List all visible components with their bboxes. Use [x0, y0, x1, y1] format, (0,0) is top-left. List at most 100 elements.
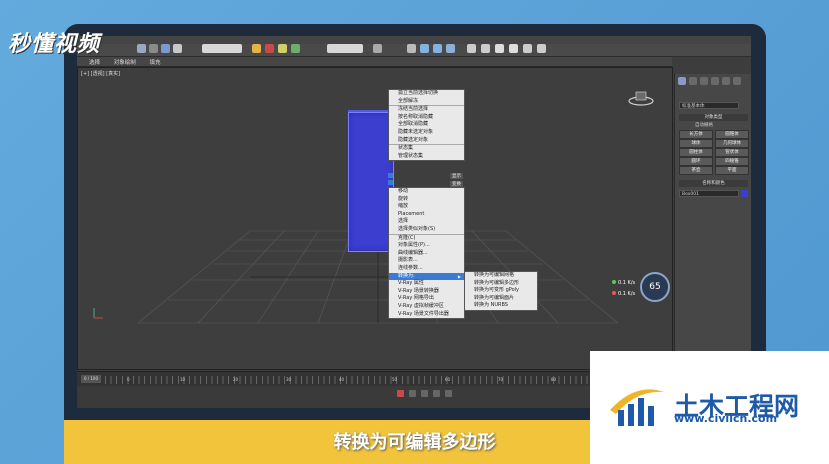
submenu-item[interactable]: 转换为可编辑网格: [465, 272, 537, 280]
curve-editor-icon[interactable]: [433, 44, 442, 53]
convert-submenu: 转换为可编辑网格 转换为可编辑多边形 转换为可变形 gPoly 转换为可编辑面片…: [464, 271, 538, 311]
menu-item[interactable]: V-Ray 虚拟帧缓冲区: [389, 303, 464, 311]
menu-item[interactable]: 管理状态集: [389, 153, 464, 161]
scene-explorer-icon[interactable]: [420, 44, 429, 53]
torus-button[interactable]: 圆环: [679, 157, 713, 166]
quad-marker: [388, 173, 393, 178]
schematic-icon[interactable]: [446, 44, 455, 53]
render-frame-icon[interactable]: [495, 44, 504, 53]
display-tab-icon[interactable]: [722, 77, 730, 85]
angle-snap-icon[interactable]: [265, 44, 274, 53]
timeline-ticks: [105, 376, 665, 384]
menu-item[interactable]: 冻结当前选择: [389, 105, 464, 114]
vray-icon[interactable]: [537, 44, 546, 53]
cone-button[interactable]: 圆锥体: [715, 130, 749, 139]
quad-menu-bottom: 移动 旋转 缩放 Placement 选择 选择类似对象(S) 克隆(C) 对象…: [388, 187, 465, 320]
tick-label: 60: [445, 377, 451, 382]
layer-icon[interactable]: [407, 44, 416, 53]
name-color-header[interactable]: 名称和颜色: [679, 180, 748, 187]
down-dot-icon: [612, 291, 616, 295]
ribbon-tab[interactable]: 对象绘制: [114, 58, 136, 66]
menu-item[interactable]: V-Ray 网格导出: [389, 295, 464, 303]
named-selection-icon[interactable]: [373, 44, 382, 53]
performance-gauge: 65: [640, 272, 670, 302]
next-frame-icon[interactable]: [445, 390, 452, 397]
tick-label: 70: [498, 377, 504, 382]
menu-item[interactable]: 移动: [389, 188, 464, 196]
box-button[interactable]: 长方体: [679, 130, 713, 139]
move-icon[interactable]: [149, 44, 158, 53]
brand-logo-icon: [610, 389, 664, 426]
time-slider[interactable]: 0 / 100: [81, 375, 101, 383]
upload-speed: 0.1 K/s: [612, 280, 635, 286]
goto-start-icon[interactable]: [409, 390, 416, 397]
play-icon[interactable]: [433, 390, 440, 397]
teapot-button[interactable]: 茶壶: [679, 166, 713, 175]
create-tab-icon[interactable]: [678, 77, 686, 85]
object-name-field[interactable]: Box001: [679, 190, 739, 197]
submenu-arrow-icon: ▶: [457, 273, 461, 279]
object-color-swatch[interactable]: [741, 190, 748, 197]
quad-marker: [388, 180, 393, 185]
brand-url: www.civilcn.com: [674, 412, 778, 425]
command-panel: 标准基本体 对象类型 自动栅格 长方体 圆锥体 球体 几何球体 圆柱体 管状体 …: [674, 74, 751, 370]
menu-item[interactable]: 状态集: [389, 144, 464, 153]
reference-dropdown[interactable]: [202, 44, 242, 53]
menu-item-convert-to[interactable]: 转换为: ▶: [389, 272, 464, 281]
watermark-logo: 秒懂视频: [8, 31, 101, 57]
prev-frame-icon[interactable]: [421, 390, 428, 397]
object-type-header[interactable]: 对象类型: [679, 114, 748, 121]
object-category-dropdown[interactable]: 标准基本体: [679, 102, 739, 109]
perspective-viewport[interactable]: [+] [透视] [真实]: [77, 67, 673, 370]
material-editor-icon[interactable]: [467, 44, 476, 53]
render-icon[interactable]: [509, 44, 518, 53]
snap-icon[interactable]: [252, 44, 261, 53]
plane-button[interactable]: 平面: [715, 166, 749, 175]
menu-item[interactable]: 选择: [389, 218, 464, 226]
render-setup-icon[interactable]: [481, 44, 490, 53]
tube-button[interactable]: 管状体: [715, 148, 749, 157]
submenu-item[interactable]: 转换为 NURBS: [465, 302, 537, 310]
pyramid-button[interactable]: 四棱锥: [715, 157, 749, 166]
geosphere-button[interactable]: 几何球体: [715, 139, 749, 148]
cylinder-button[interactable]: 圆柱体: [679, 148, 713, 157]
main-toolbar: [77, 36, 751, 57]
selection-set-dropdown[interactable]: [327, 44, 363, 53]
download-speed: 0.1 K/s: [612, 291, 635, 297]
hierarchy-tab-icon[interactable]: [700, 77, 708, 85]
menu-item[interactable]: V-Ray 场景文件导出器: [389, 311, 464, 319]
auto-key-icon[interactable]: [397, 390, 404, 397]
mirror-icon[interactable]: [291, 44, 300, 53]
menu-item[interactable]: 选择类似对象(S): [389, 226, 464, 234]
quad-label-display: 显示: [450, 173, 463, 179]
menu-item[interactable]: 克隆(C): [389, 233, 464, 243]
autogrid-checkbox[interactable]: 自动栅格: [695, 122, 713, 128]
menu-item[interactable]: 全部解冻: [389, 98, 464, 106]
tick-label: 80: [551, 377, 557, 382]
menu-item[interactable]: 隐藏选定对象: [389, 137, 464, 145]
select-icon[interactable]: [137, 44, 146, 53]
ribbon-tab[interactable]: 选择: [89, 58, 100, 66]
tick-label: 30: [286, 377, 292, 382]
tick-label: 20: [233, 377, 239, 382]
teapot-icon[interactable]: [523, 44, 532, 53]
menu-item[interactable]: 缩放: [389, 203, 464, 211]
menu-item[interactable]: 连线参数...: [389, 265, 464, 273]
ribbon-tab[interactable]: 填充: [150, 58, 161, 66]
rotate-icon[interactable]: [161, 44, 170, 53]
menu-item[interactable]: 隐藏未选定对象: [389, 129, 464, 137]
timeline[interactable]: 0 / 100 0 10 20 30 40 50 60 70 80 90 100: [77, 371, 677, 386]
percent-snap-icon[interactable]: [278, 44, 287, 53]
menu-item[interactable]: 孤立当前选择切换: [389, 90, 464, 98]
motion-tab-icon[interactable]: [711, 77, 719, 85]
submenu-item[interactable]: 转换为可变形 gPoly: [465, 287, 537, 295]
menu-item[interactable]: 对象属性(P)...: [389, 242, 464, 250]
utilities-tab-icon[interactable]: [733, 77, 741, 85]
modify-tab-icon[interactable]: [689, 77, 697, 85]
menu-item[interactable]: 全部取消隐藏: [389, 121, 464, 129]
scale-icon[interactable]: [173, 44, 182, 53]
menu-item[interactable]: V-Ray 属性: [389, 280, 464, 288]
sphere-button[interactable]: 球体: [679, 139, 713, 148]
menu-item[interactable]: 摄影表...: [389, 257, 464, 265]
viewcube-icon[interactable]: [628, 90, 654, 106]
